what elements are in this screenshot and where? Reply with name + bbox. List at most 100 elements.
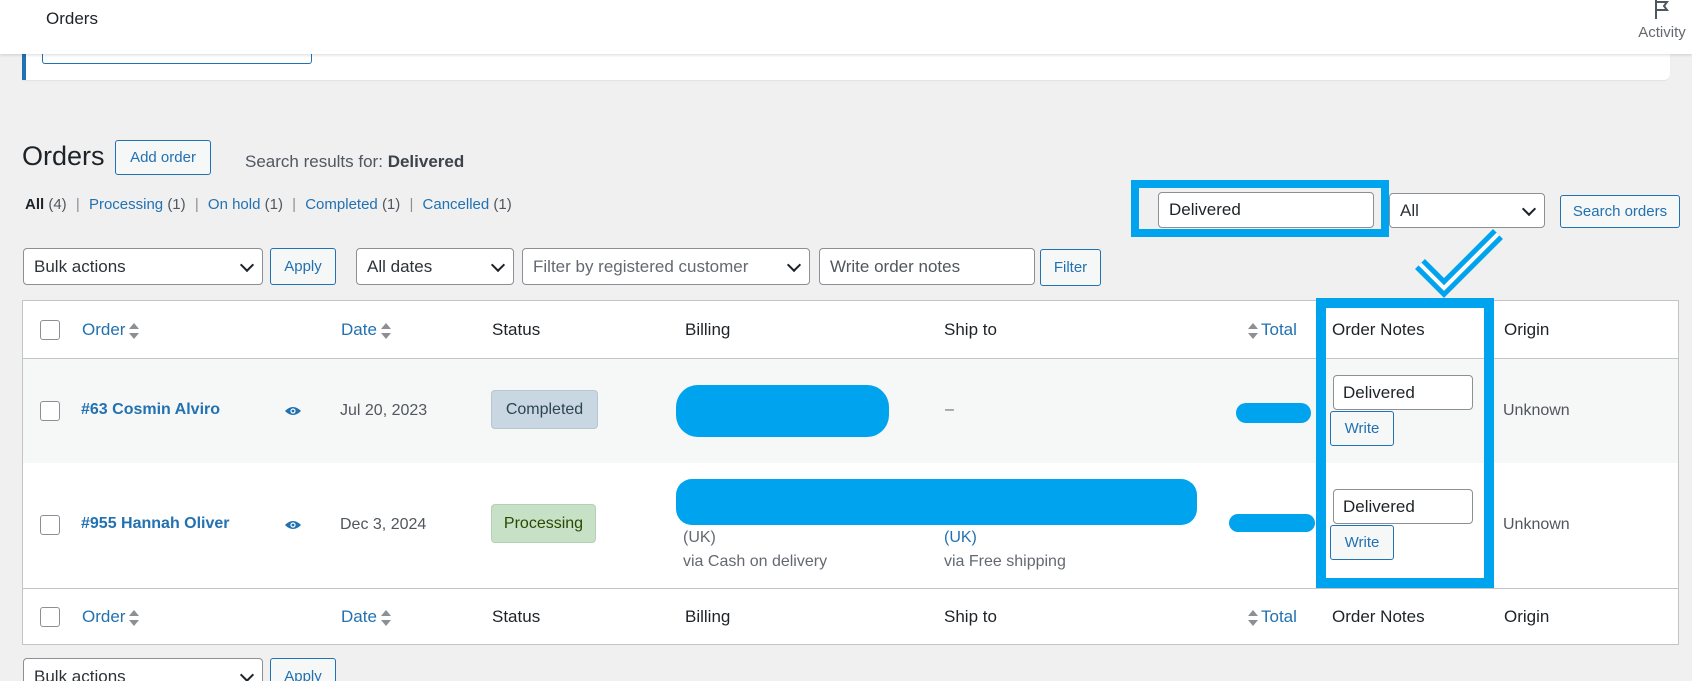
apply-button[interactable]: Apply (270, 248, 336, 285)
sort-icon (1248, 609, 1258, 626)
status-link-cancelled[interactable]: Cancelled (423, 196, 490, 213)
billing-method: via Cash on delivery (683, 553, 828, 570)
redacted-address (676, 479, 1197, 525)
ship-country-link[interactable]: (UK) (944, 529, 977, 547)
chevron-down-icon (1521, 201, 1537, 216)
shipping-method: via Free shipping (944, 553, 1066, 570)
search-results-term: Delivered (387, 152, 465, 171)
chevron-down-icon (239, 257, 255, 272)
column-order-notes: Order Notes (1332, 607, 1425, 626)
bulk-actions-select-bottom[interactable]: Bulk actions (23, 658, 263, 681)
row-checkbox[interactable] (40, 515, 60, 535)
eye-icon[interactable] (284, 405, 302, 417)
column-status: Status (492, 607, 541, 626)
activity-label: Activity (1638, 24, 1686, 41)
column-date[interactable]: Date (341, 320, 391, 340)
order-link[interactable]: #63 Cosmin Alviro (81, 401, 220, 419)
order-date: Dec 3, 2024 (340, 516, 427, 533)
order-date: Jul 20, 2023 (340, 402, 428, 419)
activity-button[interactable]: Activity (1632, 0, 1692, 54)
select-all-checkbox[interactable] (40, 320, 60, 340)
separator: | (292, 196, 297, 213)
select-all-checkbox[interactable] (40, 607, 60, 627)
status-link-completed[interactable]: Completed (305, 196, 378, 213)
order-notes-highlight-frame (1316, 298, 1494, 588)
column-date[interactable]: Date (341, 607, 391, 627)
status-link-processing[interactable]: Processing (89, 196, 163, 213)
customer-filter-select[interactable]: Filter by registered customer (522, 248, 810, 285)
column-status: Status (492, 320, 541, 339)
order-notes-filter-input[interactable]: Write order notes (819, 248, 1035, 285)
status-link-all[interactable]: All (25, 196, 44, 213)
redacted-billing (676, 385, 889, 437)
apply-button-bottom[interactable]: Apply (270, 658, 336, 681)
order-link[interactable]: #955 Hannah Oliver (81, 515, 230, 533)
page-title: Orders (22, 141, 105, 171)
status-link-on-hold[interactable]: On hold (208, 196, 261, 213)
column-order[interactable]: Order (82, 607, 140, 627)
customer-filter-placeholder: Filter by registered customer (533, 256, 749, 276)
column-ship-to: Ship to (944, 320, 997, 339)
column-origin: Origin (1504, 607, 1550, 626)
column-total-label: Total (1261, 607, 1297, 626)
admin-notice (22, 50, 1670, 80)
search-results-text: Search results for: Delivered (245, 152, 464, 172)
column-ship-to: Ship to (944, 607, 997, 626)
search-input[interactable]: Delivered (1158, 192, 1374, 228)
column-billing: Billing (685, 320, 731, 339)
dates-select[interactable]: All dates (356, 248, 514, 285)
search-type-select[interactable]: All (1389, 193, 1545, 228)
checkmark-icon (1415, 229, 1503, 298)
search-type-value: All (1400, 200, 1419, 220)
column-total[interactable]: Total (1248, 320, 1297, 340)
redacted-total (1236, 403, 1311, 423)
add-order-button[interactable]: Add order (115, 140, 211, 175)
row-checkbox[interactable] (40, 401, 60, 421)
table-footer: Order Date Status Billing Ship to Total … (23, 588, 1678, 645)
ship-to-value: – (945, 401, 954, 418)
column-order[interactable]: Order (82, 320, 140, 340)
status-badge: Processing (491, 504, 596, 543)
status-count-completed: (1) (381, 196, 401, 213)
separator: | (409, 196, 414, 213)
dates-value: All dates (367, 256, 433, 276)
separator: | (75, 196, 80, 213)
redacted-total (1229, 514, 1315, 532)
flag-icon (1655, 0, 1669, 19)
bulk-actions-value: Bulk actions (34, 666, 126, 681)
origin-value: Unknown (1503, 402, 1570, 419)
column-order-label: Order (82, 607, 126, 626)
sort-icon (129, 609, 140, 626)
separator: | (194, 196, 199, 213)
top-bar-title: Orders (46, 9, 98, 28)
status-badge: Completed (491, 390, 598, 429)
status-count-all: (4) (48, 196, 67, 213)
column-date-label: Date (341, 607, 377, 626)
status-filter-links: All (4) | Processing (1) | On hold (1) |… (25, 196, 512, 213)
eye-icon[interactable] (284, 519, 302, 531)
bulk-actions-select[interactable]: Bulk actions (23, 248, 263, 285)
status-count-on-hold: (1) (264, 196, 283, 213)
sort-icon (1248, 322, 1258, 339)
sort-icon (129, 322, 140, 339)
search-orders-button[interactable]: Search orders (1560, 195, 1680, 228)
origin-value: Unknown (1503, 516, 1570, 533)
sort-icon (380, 322, 391, 339)
chevron-down-icon (786, 257, 802, 272)
bulk-actions-value: Bulk actions (34, 256, 126, 276)
column-origin: Origin (1504, 320, 1550, 339)
column-date-label: Date (341, 320, 377, 339)
status-count-cancelled: (1) (493, 196, 512, 213)
top-bar: Orders Activity (0, 0, 1692, 54)
chevron-down-icon (490, 257, 506, 272)
chevron-down-icon (239, 667, 255, 681)
column-total-label: Total (1261, 320, 1297, 339)
filter-button[interactable]: Filter (1040, 249, 1101, 286)
billing-country: (UK) (683, 529, 716, 546)
status-count-processing: (1) (167, 196, 186, 213)
search-results-prefix: Search results for: (245, 152, 383, 171)
column-billing: Billing (685, 607, 731, 626)
sort-icon (380, 609, 391, 626)
column-order-label: Order (82, 320, 126, 339)
column-total[interactable]: Total (1248, 607, 1297, 627)
